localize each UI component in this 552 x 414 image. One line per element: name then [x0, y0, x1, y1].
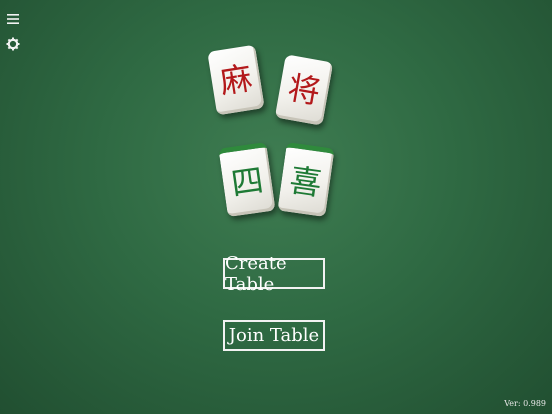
- create-table-button[interactable]: Create Table: [223, 253, 325, 295]
- version-label: Ver: 0.989: [504, 399, 546, 408]
- mahjong-tile-jiang: 将: [274, 54, 334, 126]
- mahjong-tile-ma: 麻: [207, 44, 265, 116]
- mahjong-tile-xi: 喜: [277, 141, 335, 218]
- menu-icon[interactable]: [6, 11, 20, 25]
- tile-character: 四: [228, 160, 266, 204]
- mahjong-tile-si: 四: [218, 141, 276, 218]
- tile-character: 将: [284, 68, 324, 112]
- tile-character: 喜: [287, 160, 325, 204]
- join-table-button[interactable]: Join Table: [223, 320, 325, 351]
- tile-character: 麻: [217, 58, 255, 102]
- gear-icon[interactable]: [6, 36, 20, 51]
